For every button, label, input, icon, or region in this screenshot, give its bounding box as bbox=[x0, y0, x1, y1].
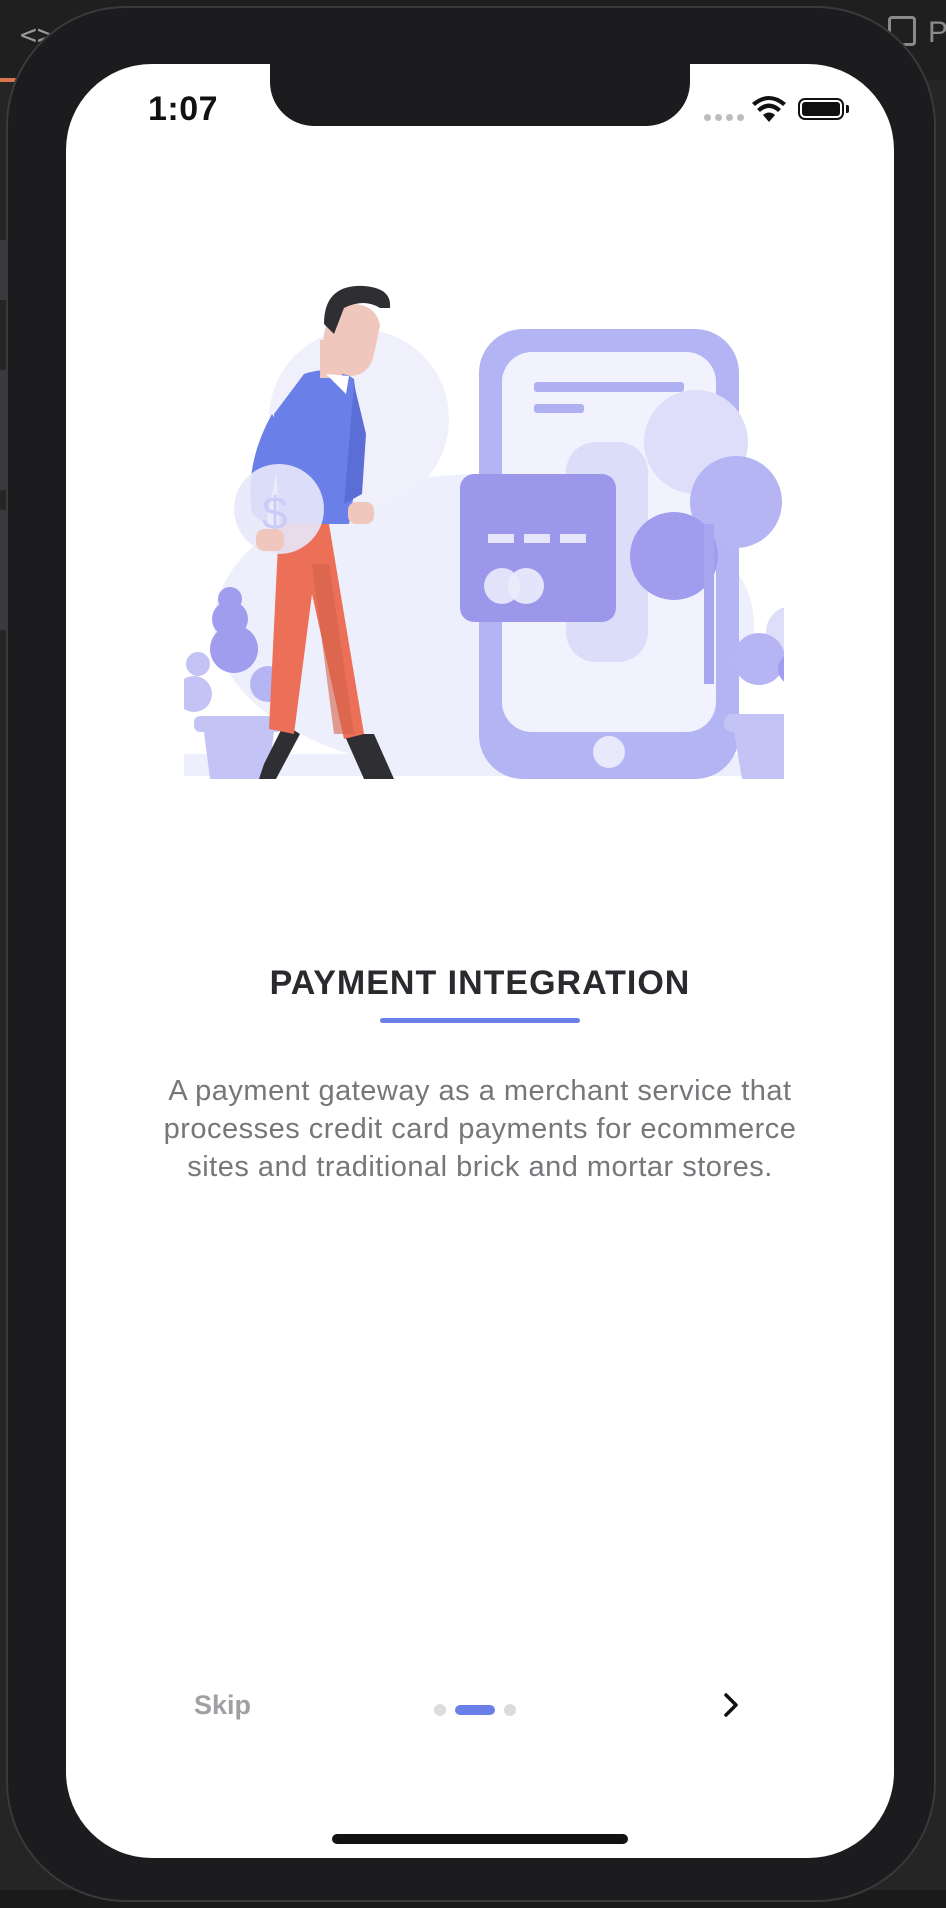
cellular-signal-icon bbox=[704, 114, 744, 121]
wifi-icon bbox=[752, 96, 786, 122]
home-indicator[interactable] bbox=[332, 1834, 628, 1844]
payment-card-phone-illustration: $ bbox=[184, 285, 784, 779]
page-dot-2-active bbox=[455, 1705, 495, 1715]
title-underline bbox=[380, 1018, 580, 1023]
phone-notch bbox=[270, 64, 690, 126]
battery-icon bbox=[798, 98, 849, 120]
phone-frame: 1:07 $ PAYMENT INTEGRATION A payment gat… bbox=[6, 6, 936, 1902]
skip-button[interactable]: Skip bbox=[194, 1690, 251, 1721]
page-dot-1 bbox=[434, 1704, 446, 1716]
page-dot-3 bbox=[504, 1704, 516, 1716]
onboarding-title: PAYMENT INTEGRATION bbox=[269, 964, 691, 1002]
next-button[interactable] bbox=[714, 1688, 748, 1722]
panel-letter-icon: P bbox=[928, 16, 946, 49]
onboarding-description: A payment gateway as a merchant service … bbox=[163, 1075, 797, 1183]
status-time: 1:07 bbox=[148, 90, 219, 128]
phone-screen: 1:07 $ PAYMENT INTEGRATION A payment gat… bbox=[66, 64, 894, 1858]
page-indicator bbox=[434, 1704, 516, 1716]
chevron-right-icon bbox=[724, 1693, 738, 1717]
